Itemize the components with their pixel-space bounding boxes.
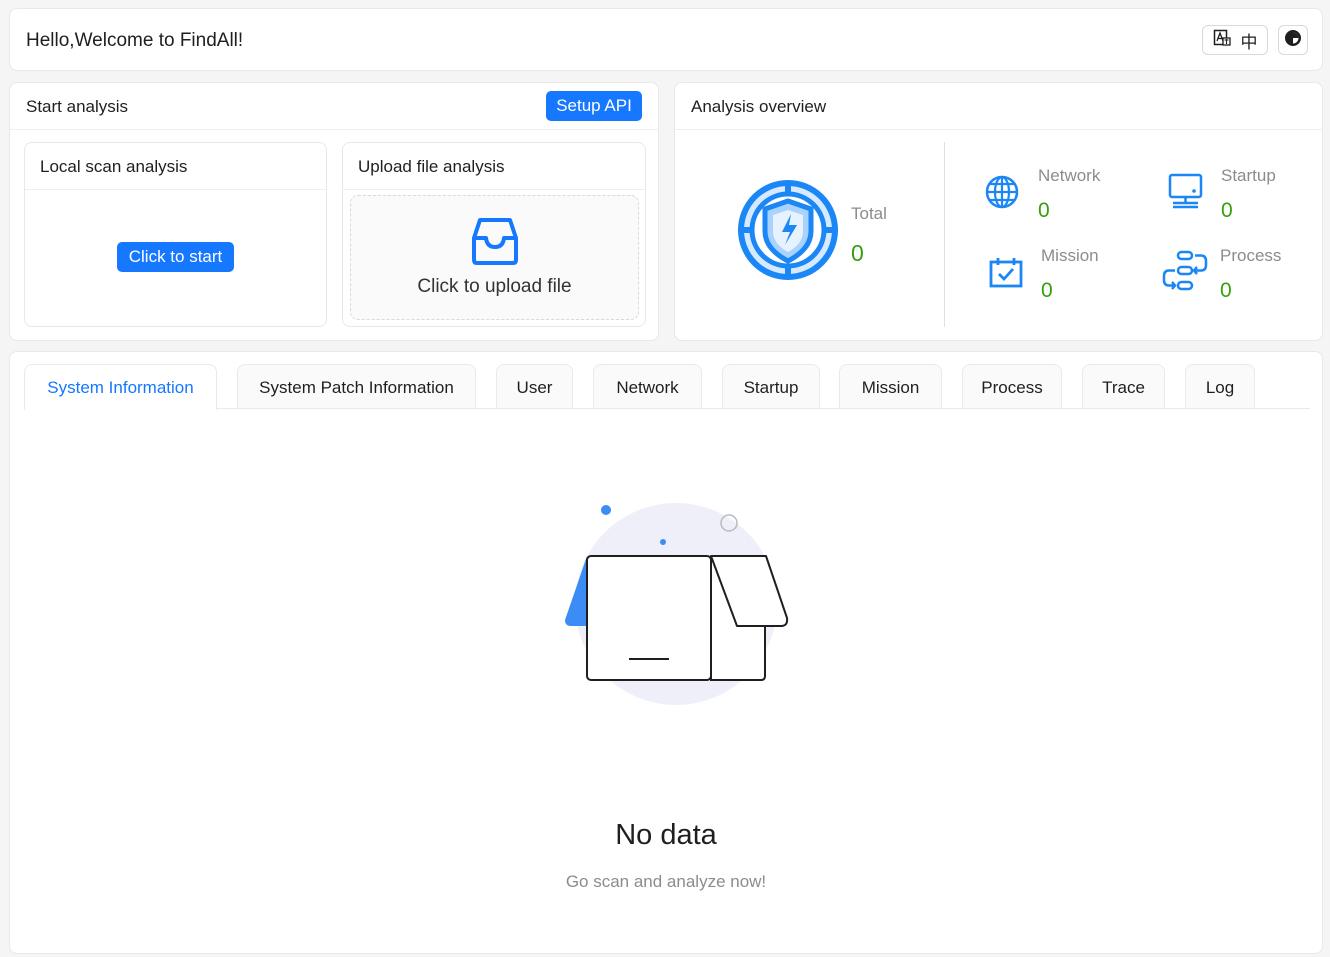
empty-box-illustration xyxy=(555,502,795,717)
welcome-title: Hello,Welcome to FindAll! xyxy=(26,30,244,51)
upload-prompt: Click to upload file xyxy=(417,276,572,297)
theme-toggle-button[interactable] xyxy=(1278,25,1308,55)
inbox-icon xyxy=(471,216,519,271)
tab-system-patch-information[interactable]: System Patch Information xyxy=(237,364,476,409)
startup-value: 0 xyxy=(1221,199,1233,222)
analysis-overview-title: Analysis overview xyxy=(691,97,827,116)
tab-log[interactable]: Log xyxy=(1185,364,1255,409)
tab-user[interactable]: User xyxy=(496,364,573,409)
click-to-start-button[interactable]: Click to start xyxy=(117,242,234,272)
process-flow-icon xyxy=(1161,250,1209,297)
tab-trace[interactable]: Trace xyxy=(1082,364,1165,409)
local-scan-header: Local scan analysis xyxy=(25,143,326,190)
dark-mode-icon xyxy=(1284,29,1302,52)
analysis-overview-card: Analysis overview Total 0 Network 0 Star… xyxy=(674,82,1323,341)
mission-label: Mission xyxy=(1041,246,1099,265)
start-analysis-header: Start analysis Setup API xyxy=(10,83,658,130)
upload-dropzone[interactable]: Click to upload file xyxy=(350,195,639,320)
overview-divider xyxy=(944,142,945,327)
setup-api-button[interactable]: Setup API xyxy=(546,91,642,121)
language-label: 中 xyxy=(1240,32,1258,53)
total-label: Total xyxy=(851,204,887,223)
process-value: 0 xyxy=(1220,279,1232,302)
language-switch-button[interactable]: 中 xyxy=(1202,25,1268,55)
upload-file-header: Upload file analysis xyxy=(343,143,645,190)
mission-value: 0 xyxy=(1041,279,1053,302)
analysis-overview-header: Analysis overview xyxy=(675,83,1322,130)
local-scan-card: Local scan analysis Click to start xyxy=(24,142,327,327)
empty-state-subtitle: Go scan and analyze now! xyxy=(565,872,767,891)
start-analysis-card: Start analysis Setup API Local scan anal… xyxy=(9,82,659,341)
tab-startup[interactable]: Startup xyxy=(722,364,820,409)
network-value: 0 xyxy=(1038,199,1050,222)
calendar-check-icon xyxy=(989,256,1023,293)
translate-icon xyxy=(1213,29,1231,52)
tab-system-information[interactable]: System Information xyxy=(24,364,217,410)
network-label: Network xyxy=(1038,166,1101,185)
tab-process[interactable]: Process xyxy=(962,364,1062,409)
header-bar: Hello,Welcome to FindAll! 中 xyxy=(9,8,1323,71)
tab-mission[interactable]: Mission xyxy=(839,364,942,409)
globe-icon xyxy=(984,174,1020,215)
local-scan-title: Local scan analysis xyxy=(40,157,188,176)
monitor-icon xyxy=(1168,173,1204,214)
start-analysis-title: Start analysis xyxy=(26,97,129,116)
tab-network[interactable]: Network xyxy=(593,364,702,409)
startup-label: Startup xyxy=(1221,166,1276,185)
shield-lightning-icon xyxy=(737,179,839,286)
upload-file-title: Upload file analysis xyxy=(358,157,505,176)
process-label: Process xyxy=(1220,246,1282,265)
results-tabs-card: System Information System Patch Informat… xyxy=(9,351,1323,954)
empty-state-title: No data xyxy=(615,819,717,851)
upload-file-card: Upload file analysis Click to upload fil… xyxy=(342,142,646,327)
total-value: 0 xyxy=(851,240,864,266)
